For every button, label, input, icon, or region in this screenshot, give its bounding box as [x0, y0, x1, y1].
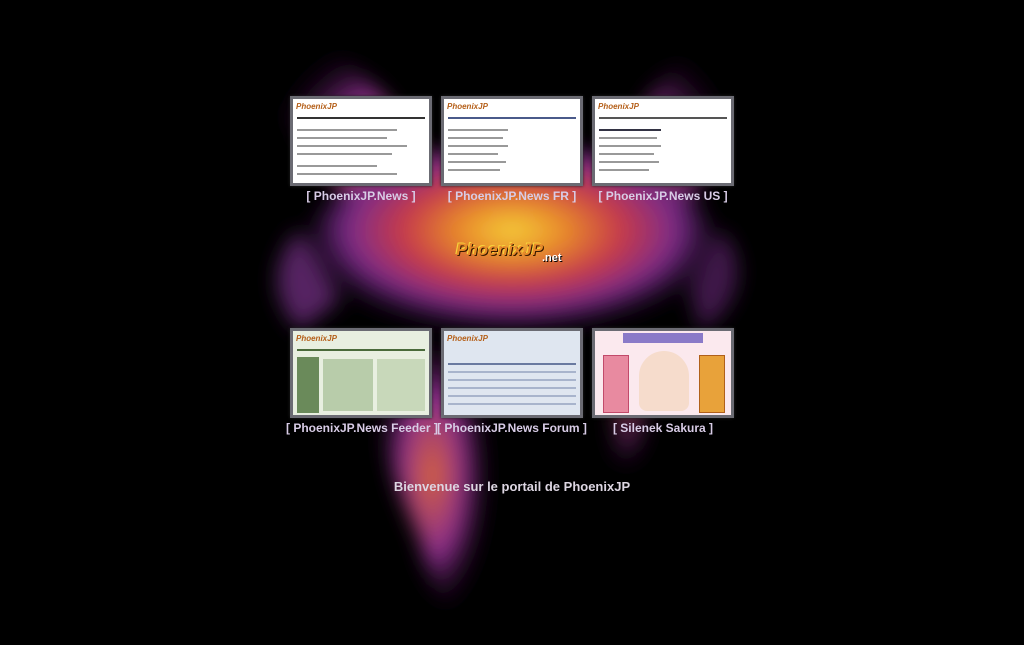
welcome-message: Bienvenue sur le portail de PhoenixJP [393, 479, 631, 494]
thumbnail-title: PhoenixJP [296, 334, 337, 343]
phoenixjp-logo: PhoenixJP .net [456, 240, 571, 266]
logo-text: PhoenixJP [456, 240, 543, 259]
link-phoenixjp-news-fr[interactable]: [ PhoenixJP.News FR ] [437, 189, 587, 203]
site-card-forum: PhoenixJP [ PhoenixJP.News Forum ] [437, 328, 587, 435]
logo-suffix: .net [542, 252, 562, 264]
site-card-silenek-sakura: [ Silenek Sakura ] [588, 328, 738, 435]
thumbnail-phoenixjp-news-fr[interactable]: PhoenixJP [441, 96, 583, 186]
site-card-feeder: PhoenixJP [ PhoenixJP.News Feeder ] [286, 328, 438, 435]
thumbnail-title: PhoenixJP [598, 102, 639, 111]
thumbnail-phoenixjp-news-feeder[interactable]: PhoenixJP [290, 328, 432, 418]
link-phoenixjp-news-forum[interactable]: [ PhoenixJP.News Forum ] [437, 421, 587, 435]
thumbnail-title: PhoenixJP [447, 334, 488, 343]
thumbnail-title: PhoenixJP [447, 102, 488, 111]
thumbnail-phoenixjp-news-us[interactable]: PhoenixJP [592, 96, 734, 186]
thumbnail-title: PhoenixJP [296, 102, 337, 111]
link-phoenixjp-news-feeder[interactable]: [ PhoenixJP.News Feeder ] [286, 421, 438, 435]
link-phoenixjp-news-us[interactable]: [ PhoenixJP.News US ] [588, 189, 738, 203]
thumbnail-phoenixjp-news-forum[interactable]: PhoenixJP [441, 328, 583, 418]
link-phoenixjp-news[interactable]: [ PhoenixJP.News ] [286, 189, 436, 203]
site-card-news: PhoenixJP [ PhoenixJP.News ] [286, 96, 436, 203]
site-card-news-fr: PhoenixJP [ PhoenixJP.News FR ] [437, 96, 587, 203]
thumbnail-silenek-sakura[interactable] [592, 328, 734, 418]
link-silenek-sakura[interactable]: [ Silenek Sakura ] [588, 421, 738, 435]
thumbnail-phoenixjp-news[interactable]: PhoenixJP [290, 96, 432, 186]
site-card-news-us: PhoenixJP [ PhoenixJP.News US ] [588, 96, 738, 203]
